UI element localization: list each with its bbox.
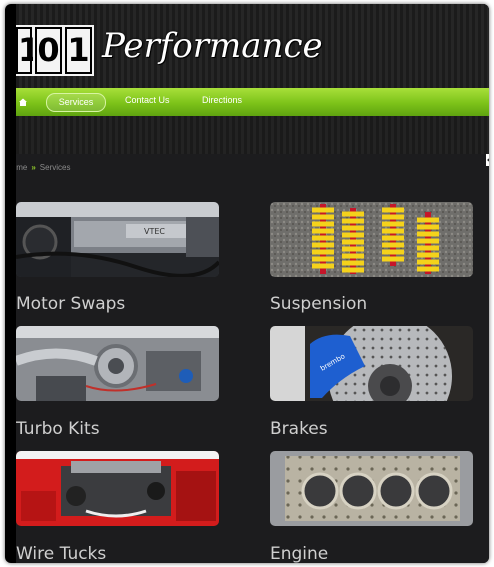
- logo-digits[interactable]: 1 0 1: [16, 27, 92, 74]
- wire-tucks-image[interactable]: [16, 451, 219, 526]
- turbo-kits-image[interactable]: [16, 326, 219, 401]
- scroll-arrow-icon[interactable]: [486, 154, 489, 166]
- service-title[interactable]: Suspension: [270, 294, 367, 314]
- page-viewport: 1 0 1 Performance Services Contact Us Di…: [16, 4, 489, 563]
- brakes-image[interactable]: brembo: [270, 326, 473, 401]
- device-frame: 1 0 1 Performance Services Contact Us Di…: [5, 4, 489, 563]
- service-title[interactable]: Motor Swaps: [16, 294, 125, 314]
- header-band: [16, 116, 489, 154]
- logo-digit: 0: [35, 27, 62, 74]
- service-title[interactable]: Wire Tucks: [16, 544, 106, 563]
- site-header: 1 0 1 Performance: [16, 4, 489, 88]
- nav-item-directions[interactable]: Directions: [202, 95, 242, 105]
- logo-digit: 1: [16, 27, 40, 74]
- home-icon: [19, 98, 27, 106]
- service-title[interactable]: Engine: [270, 544, 328, 563]
- breadcrumb-home[interactable]: Home: [16, 163, 27, 172]
- engine-image[interactable]: [270, 451, 473, 526]
- nav-item-contact-us[interactable]: Contact Us: [125, 95, 170, 105]
- nav-home-icon[interactable]: [19, 98, 27, 106]
- logo-digit: 1: [65, 27, 92, 74]
- main-nav: Services Contact Us Directions: [16, 88, 489, 116]
- motor-swaps-image[interactable]: VTEC: [16, 202, 219, 277]
- nav-item-services[interactable]: Services: [46, 93, 106, 112]
- breadcrumb-separator: »: [31, 163, 36, 172]
- suspension-image[interactable]: [270, 202, 473, 277]
- logo-wordmark[interactable]: Performance: [102, 26, 323, 66]
- svg-text:VTEC: VTEC: [144, 227, 165, 236]
- breadcrumb: Home »Services: [16, 163, 70, 172]
- service-title[interactable]: Brakes: [270, 419, 328, 439]
- breadcrumb-current: Services: [39, 163, 71, 172]
- service-title[interactable]: Turbo Kits: [16, 419, 100, 439]
